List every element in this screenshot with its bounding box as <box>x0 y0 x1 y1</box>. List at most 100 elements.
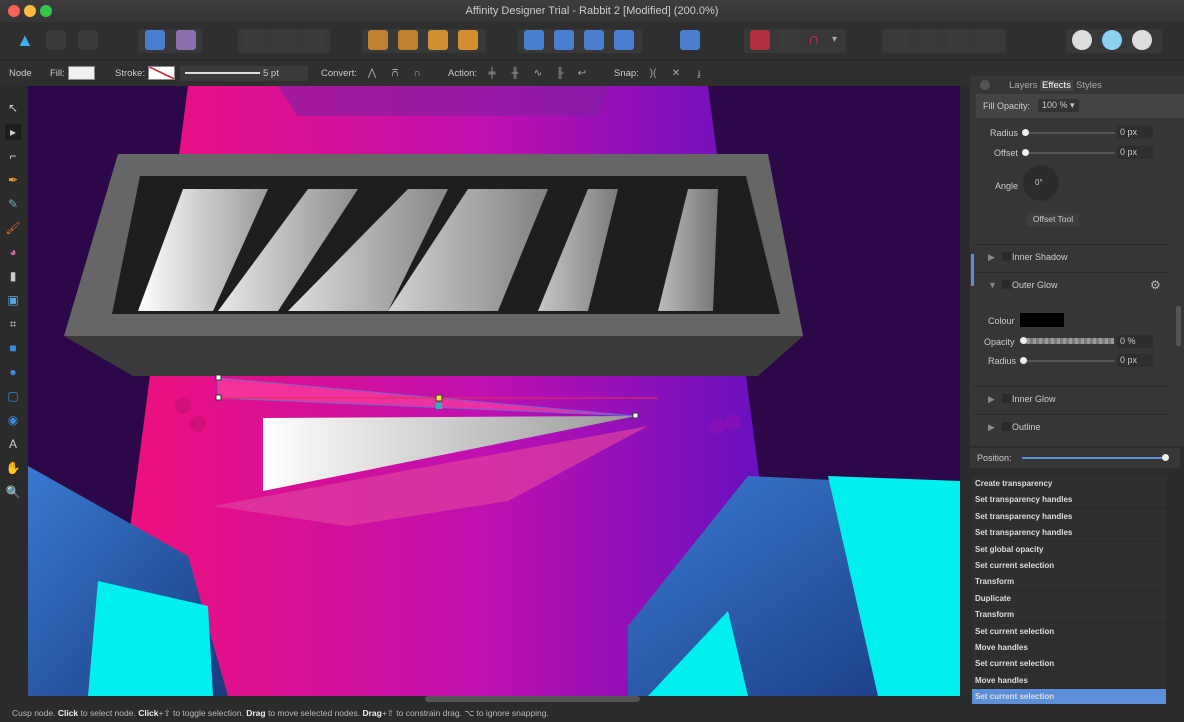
history-item[interactable]: Set current selection <box>972 558 1166 573</box>
front-icon[interactable] <box>458 30 478 50</box>
flip-horizontal-icon[interactable] <box>524 30 544 50</box>
transform-icon[interactable] <box>304 30 324 50</box>
grid-icon[interactable] <box>750 30 770 50</box>
history-item[interactable]: Move handles <box>972 672 1166 688</box>
offset-slider-knob[interactable] <box>1022 149 1029 156</box>
history-item[interactable]: Set current selection <box>972 623 1166 639</box>
snapping-magnet-icon[interactable]: ∩ <box>808 30 828 50</box>
rotate-right-icon[interactable] <box>614 30 634 50</box>
smooth-curve-icon[interactable]: ∿ <box>529 66 547 81</box>
history-item[interactable]: Transform <box>972 574 1166 590</box>
outline-section[interactable]: ▶ Outline <box>974 414 1170 438</box>
corner-tool-icon[interactable]: ⌐ <box>5 148 21 164</box>
position-slider[interactable] <box>1022 457 1166 459</box>
backward-icon[interactable] <box>398 30 418 50</box>
outer-glow-section[interactable]: ▼ Outer Glow ⚙ <box>974 272 1170 296</box>
snap-grid-icon[interactable] <box>274 30 294 50</box>
glow-opacity-knob[interactable] <box>1020 337 1027 344</box>
glow-radius-slider[interactable] <box>1025 360 1115 362</box>
intersect-icon[interactable] <box>948 30 968 50</box>
history-item[interactable]: Set current selection <box>972 656 1166 672</box>
place-image-icon[interactable]: ▣ <box>5 292 21 308</box>
divide-icon[interactable] <box>978 30 998 50</box>
panel-scrollbar[interactable] <box>1176 306 1181 346</box>
hand-tool-icon[interactable]: ✋ <box>5 460 21 476</box>
snap-handles-icon[interactable]: ✕ <box>667 66 685 81</box>
radius-slider-knob[interactable] <box>1022 129 1029 136</box>
isolate-icon[interactable] <box>244 30 264 50</box>
radius-slider[interactable] <box>1025 132 1115 134</box>
fill-swatch[interactable] <box>68 66 95 80</box>
convert-sharp-icon[interactable]: ⋀ <box>363 66 381 81</box>
glow-opacity-slider[interactable] <box>1024 338 1114 344</box>
forward-icon[interactable] <box>428 30 448 50</box>
swatches-panel-icon[interactable] <box>1102 30 1122 50</box>
horizontal-scrollbar[interactable] <box>425 696 640 702</box>
pencil-tool-icon[interactable]: ✎ <box>5 196 21 212</box>
crop-tool-icon[interactable]: ⌗ <box>5 316 21 332</box>
geometry-icon[interactable] <box>176 30 196 50</box>
snap-curves-icon[interactable]: ɟ <box>690 66 708 81</box>
position-slider-knob[interactable] <box>1162 454 1169 461</box>
donut-tool-icon[interactable]: ◉ <box>5 412 21 428</box>
canvas[interactable] <box>28 86 960 696</box>
transparency-tool-icon[interactable]: ▮ <box>5 268 21 284</box>
glow-colour-swatch[interactable] <box>1020 313 1064 327</box>
snapping-dropdown-icon[interactable]: ▾ <box>832 30 844 50</box>
designer-persona-icon[interactable]: ▲ <box>16 30 36 50</box>
zoom-window-button[interactable] <box>40 5 52 17</box>
shape-panel-icon[interactable] <box>1072 30 1092 50</box>
export-persona-icon[interactable] <box>78 30 98 50</box>
inner-shadow-checkbox[interactable] <box>1002 252 1011 261</box>
ellipse-tool-icon[interactable]: ● <box>5 364 21 380</box>
minimize-window-button[interactable] <box>24 5 36 17</box>
history-item[interactable]: Set transparency handles <box>972 508 1166 524</box>
offset-tool-button[interactable]: Offset Tool <box>1027 213 1079 226</box>
tab-effects[interactable]: Effects <box>1040 80 1073 91</box>
move-tool-icon[interactable]: ↖ <box>5 100 21 116</box>
radius-field[interactable]: 0 px <box>1117 126 1153 139</box>
inner-shadow-section[interactable]: ▶ Inner Shadow <box>974 244 1170 268</box>
inner-glow-section[interactable]: ▶ Inner Glow <box>974 386 1170 410</box>
fill-opacity-dropdown[interactable]: 100 % ▾ <box>1038 99 1079 112</box>
zoom-tool-icon[interactable]: 🔍 <box>5 484 21 500</box>
convert-smart-icon[interactable]: ∩ <box>408 66 426 81</box>
join-curves-icon[interactable]: ╟ <box>551 66 569 81</box>
outline-checkbox[interactable] <box>1002 422 1011 431</box>
pen-tool-icon[interactable]: ✒ <box>5 172 21 188</box>
history-item[interactable]: Set transparency handles <box>972 492 1166 508</box>
stroke-swatch[interactable] <box>148 66 175 80</box>
history-item[interactable]: Duplicate <box>972 590 1166 606</box>
vertical-scrollbar[interactable] <box>960 86 970 700</box>
share-icon[interactable] <box>145 30 165 50</box>
history-item[interactable]: Set current selection <box>972 689 1166 705</box>
history-item[interactable]: Create transparency <box>972 476 1166 491</box>
tab-layers[interactable]: Layers <box>1009 80 1038 91</box>
reverse-curve-icon[interactable]: ↩ <box>573 66 591 81</box>
snap-nodes-icon[interactable]: )( <box>644 66 662 81</box>
add-icon[interactable] <box>888 30 908 50</box>
close-curve-icon[interactable]: ╫ <box>506 66 524 81</box>
fill-tool-icon[interactable]: ◕ <box>5 244 21 260</box>
rectangle-tool-icon[interactable]: ■ <box>5 340 21 356</box>
close-window-button[interactable] <box>8 5 20 17</box>
glow-radius-field[interactable]: 0 px <box>1117 354 1153 367</box>
node-tool-icon[interactable]: ▸ <box>5 124 21 140</box>
brush-tool-icon[interactable]: 🖌 <box>5 220 21 236</box>
convert-smooth-icon[interactable]: ⩃ <box>386 66 404 81</box>
inner-glow-checkbox[interactable] <box>1002 394 1011 403</box>
rounded-rectangle-tool-icon[interactable]: ▢ <box>5 388 21 404</box>
flip-vertical-icon[interactable] <box>554 30 574 50</box>
close-panel-icon[interactable] <box>980 80 990 90</box>
pixel-persona-icon[interactable] <box>46 30 66 50</box>
subtract-icon[interactable] <box>918 30 938 50</box>
history-item[interactable]: Move handles <box>972 640 1166 655</box>
angle-dial[interactable]: 0° <box>1023 165 1059 201</box>
break-curve-icon[interactable]: ╪ <box>483 66 501 81</box>
offset-field[interactable]: 0 px <box>1117 146 1153 159</box>
offset-slider[interactable] <box>1025 152 1115 154</box>
back-icon[interactable] <box>368 30 388 50</box>
text-tool-icon[interactable]: A <box>5 436 21 452</box>
glow-radius-knob[interactable] <box>1020 357 1027 364</box>
rotate-left-icon[interactable] <box>584 30 604 50</box>
